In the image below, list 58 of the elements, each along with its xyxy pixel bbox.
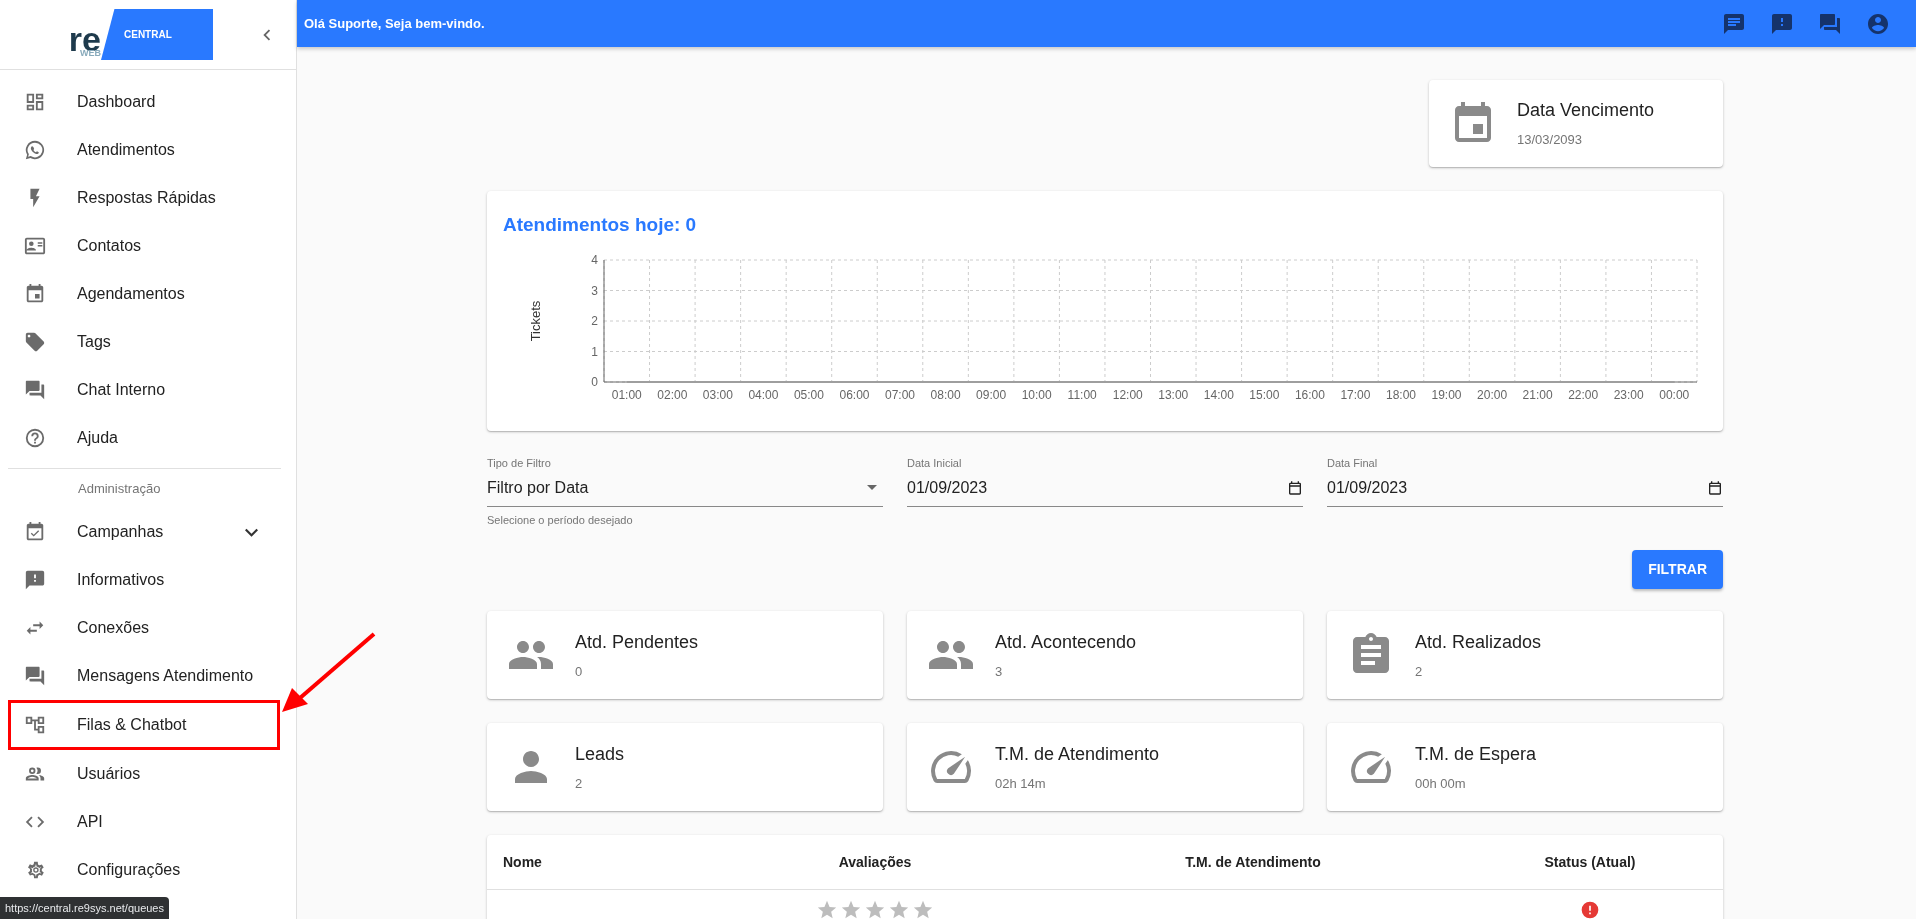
- field-label: Tipo de Filtro: [487, 456, 552, 471]
- tick-label: 2: [591, 313, 598, 328]
- stat-value: 2: [575, 774, 584, 793]
- tick-label: 17:00: [1340, 387, 1371, 402]
- tick-label: 06:00: [839, 387, 870, 402]
- field-label: Data Inicial: [907, 456, 963, 471]
- tick-label: 11:00: [1067, 387, 1097, 402]
- card-value: 13/03/2093: [1517, 131, 1584, 150]
- tick-label: 12:00: [1112, 387, 1143, 402]
- tick-label: 19:00: [1431, 387, 1462, 402]
- stat-title: Atd. Realizados: [1415, 630, 1542, 654]
- tick-label: 00:00: [1659, 387, 1690, 402]
- tick-label: 02:00: [657, 387, 688, 402]
- tick-label: 1: [591, 344, 598, 358]
- tick-label: 04:00: [748, 387, 779, 402]
- tick-label: 22:00: [1568, 387, 1599, 402]
- stat-title: Leads: [575, 742, 625, 766]
- stat-value: 2: [1415, 662, 1424, 681]
- axis-title: Tickets: [528, 300, 543, 341]
- field-label: Data Final: [1327, 456, 1379, 471]
- column-header: Nome: [503, 852, 543, 872]
- chart-title: Atendimentos hoje: 0: [503, 213, 698, 237]
- greeting-text: Olá Suporte, Seja bem-vindo.: [304, 14, 485, 33]
- stat-title: Atd. Acontecendo: [995, 630, 1137, 654]
- tick-label: 23:00: [1613, 387, 1644, 402]
- tick-label: 05:00: [793, 387, 824, 402]
- tick-label: 13:00: [1158, 387, 1189, 402]
- helper-text: Selecione o período desejado: [487, 512, 634, 528]
- column-header: Avaliações: [837, 852, 913, 872]
- tick-label: 21:00: [1522, 387, 1553, 402]
- tick-label: 08:00: [930, 387, 961, 402]
- stat-value: 00h 00m: [1415, 774, 1467, 793]
- tick-label: 09:00: [976, 387, 1007, 402]
- stat-title: T.M. de Atendimento: [995, 742, 1160, 766]
- tick-label: 4: [591, 252, 598, 267]
- section-header: Administração: [8, 468, 281, 508]
- status-url-tooltip: https://central.re9sys.net/queues: [0, 896, 169, 919]
- tick-label: 15:00: [1249, 387, 1280, 402]
- tick-label: 03:00: [702, 387, 733, 402]
- column-header: T.M. de Atendimento: [1184, 852, 1322, 872]
- tick-label: 3: [591, 283, 598, 297]
- tick-label: 01:00: [611, 387, 642, 402]
- logo-subtext: WEB: [80, 49, 101, 58]
- tick-label: 16:00: [1294, 387, 1325, 402]
- tick-label: 18:00: [1385, 387, 1416, 402]
- stat-value: 0: [575, 662, 584, 681]
- tick-label: 14:00: [1203, 387, 1234, 402]
- card-title: Data Vencimento: [1517, 99, 1655, 123]
- logo-badge: CENTRAL: [101, 9, 213, 60]
- tick-label: 0: [591, 374, 598, 389]
- stat-title: Atd. Pendentes: [575, 630, 699, 654]
- tick-label: 10:00: [1021, 387, 1052, 402]
- stat-value: 3: [995, 662, 1004, 681]
- tick-label: 20:00: [1477, 387, 1508, 402]
- column-header: Status (Atual): [1543, 852, 1637, 872]
- stat-value: 02h 14m: [995, 774, 1047, 793]
- tick-label: 07:00: [885, 387, 916, 402]
- stat-title: T.M. de Espera: [1415, 742, 1537, 766]
